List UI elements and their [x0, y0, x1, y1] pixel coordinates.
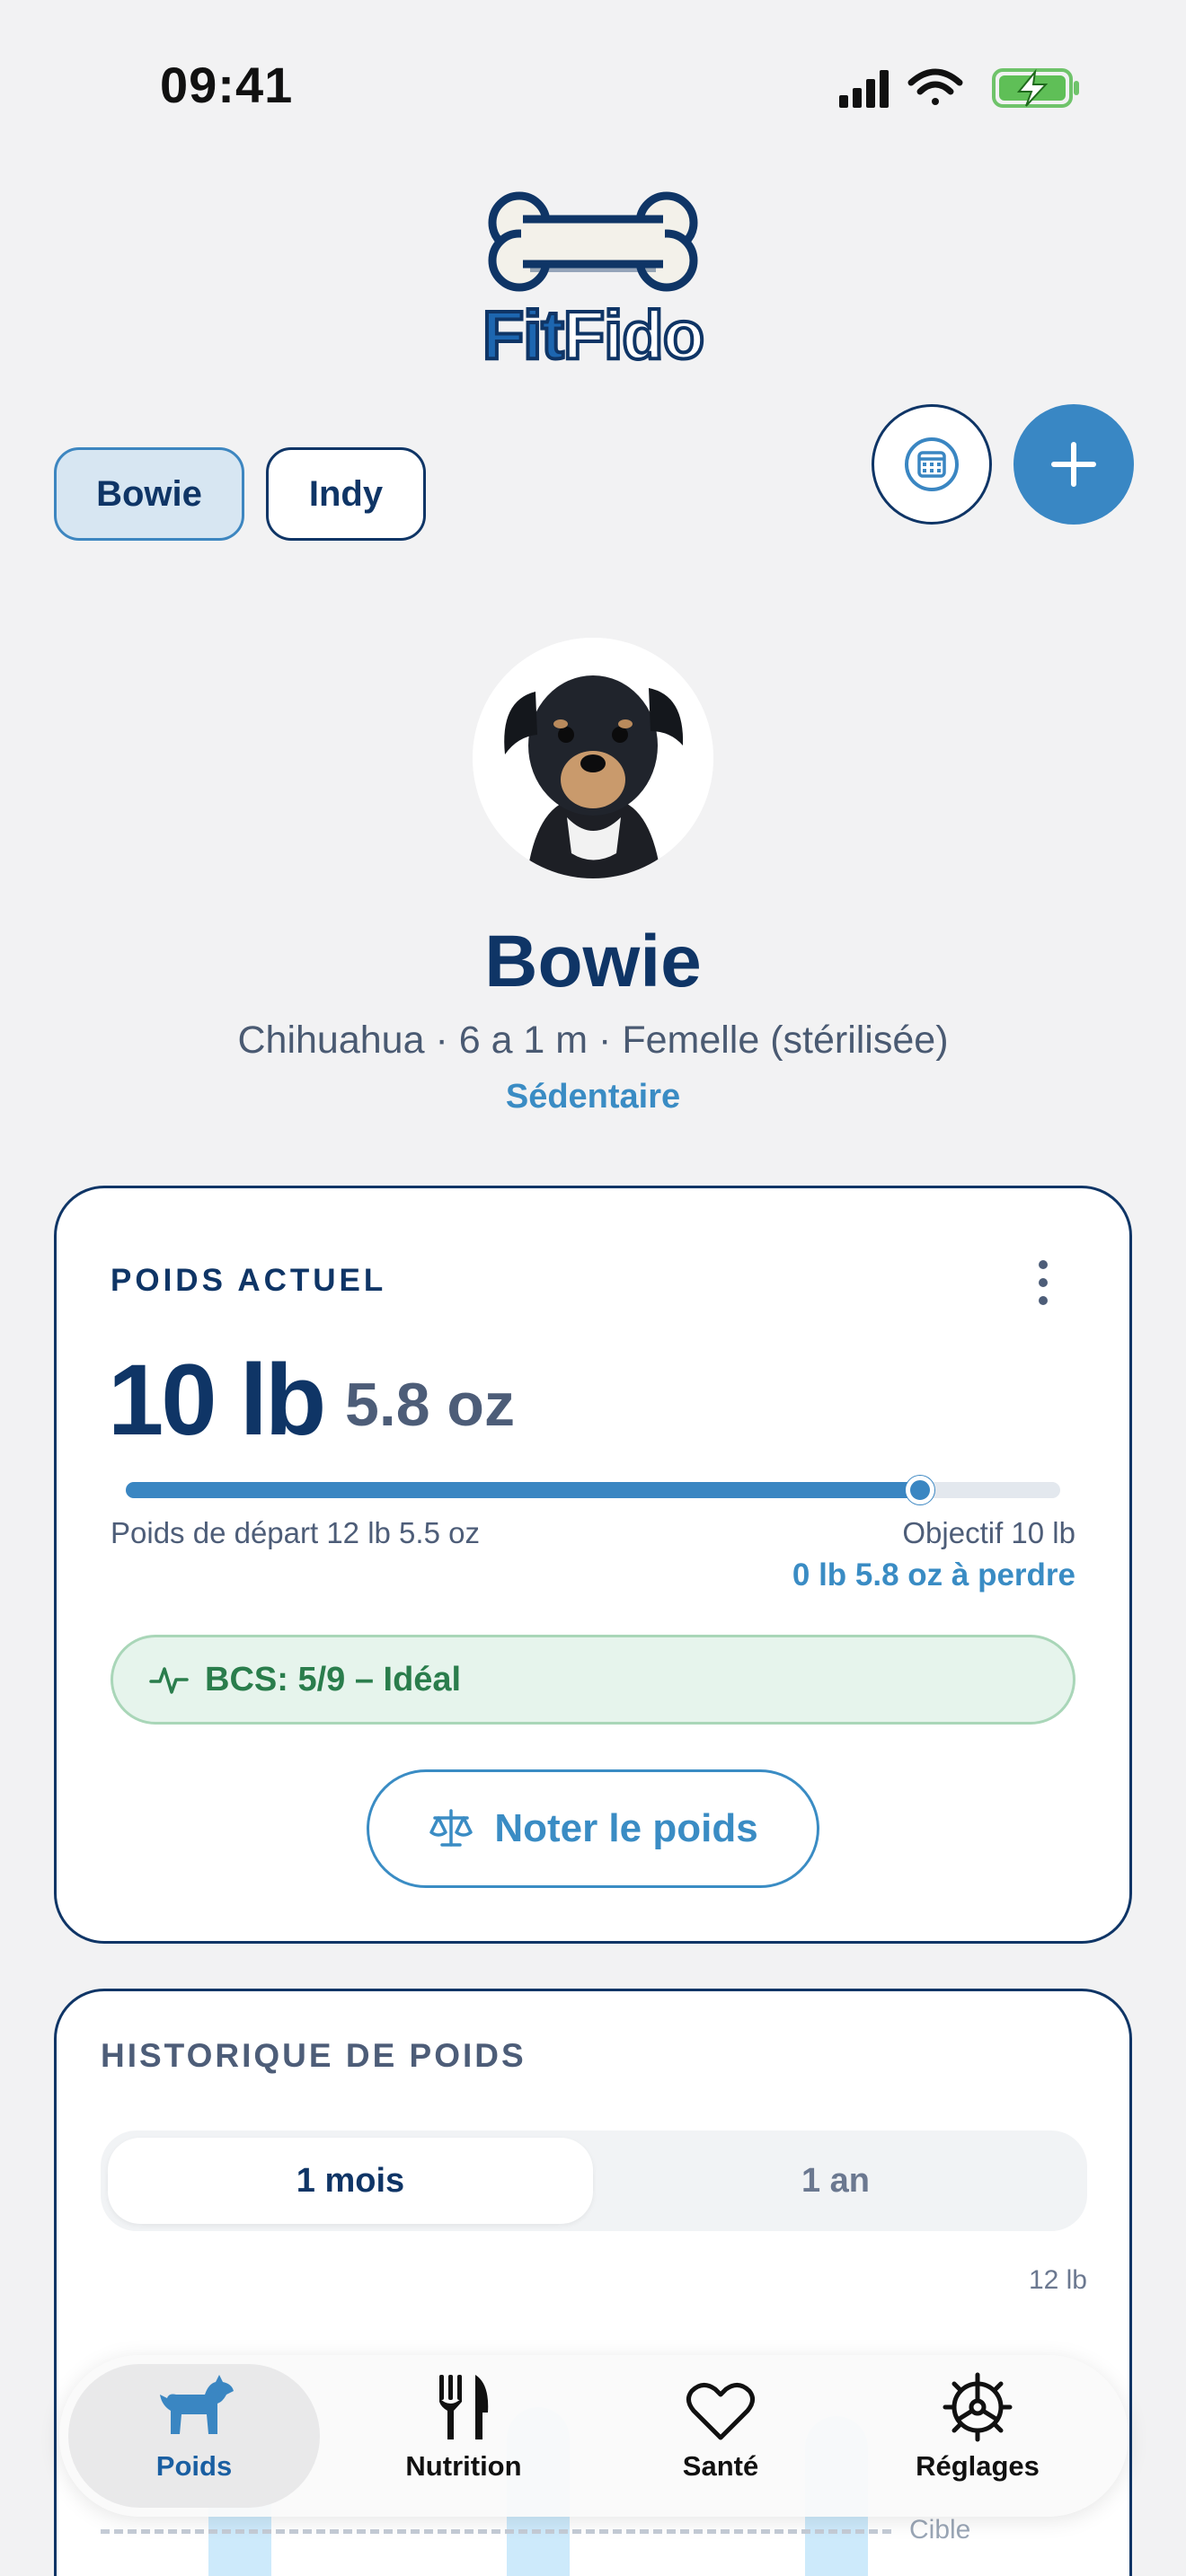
- fork-knife-icon: [439, 2375, 489, 2439]
- dog-pill-bowie[interactable]: Bowie: [54, 447, 244, 541]
- status-icons: [839, 68, 1079, 108]
- dog-pill-indy[interactable]: Indy: [266, 447, 426, 541]
- weight-history-title: HISTORIQUE DE POIDS: [101, 2037, 527, 2074]
- scale-icon: [429, 1809, 474, 1847]
- tab-settings[interactable]: Réglages: [852, 2364, 1103, 2508]
- signal-icon: [839, 70, 889, 108]
- target-line: [101, 2529, 891, 2534]
- add-button[interactable]: [1013, 404, 1134, 525]
- weight-ounces: 5.8 oz: [345, 1371, 515, 1439]
- dog-icon: [160, 2375, 234, 2434]
- log-weight-label: Noter le poids: [494, 1806, 758, 1850]
- tab-weight[interactable]: Poids: [68, 2364, 320, 2508]
- tab-health-label: Santé: [682, 2450, 759, 2482]
- tab-nutrition-label: Nutrition: [405, 2450, 522, 2482]
- tab-nutrition[interactable]: Nutrition: [338, 2364, 589, 2508]
- calendar-icon: [905, 437, 959, 491]
- weight-to-lose: 0 lb 5.8 oz à perdre: [792, 1557, 1075, 1592]
- logo-fit: Fit: [481, 296, 566, 375]
- tab-settings-label: Réglages: [916, 2450, 1040, 2482]
- current-weight-title: POIDS ACTUEL: [111, 1263, 387, 1298]
- tab-weight-label: Poids: [155, 2450, 233, 2482]
- log-weight-button[interactable]: Noter le poids: [367, 1769, 819, 1888]
- status-time: 09:41: [160, 57, 294, 113]
- pulse-icon: [149, 1667, 189, 1694]
- heart-icon: [686, 2383, 755, 2440]
- weight-progress-marker: [906, 1476, 934, 1504]
- gear-icon: [943, 2372, 1013, 2442]
- target-label: Cible: [909, 2515, 971, 2545]
- dog-photo: [473, 638, 713, 878]
- activity-level[interactable]: Sédentaire: [0, 1078, 1186, 1116]
- dog-name: Bowie: [484, 921, 702, 1002]
- start-weight: Poids de départ 12 lb 5.5 oz: [111, 1516, 480, 1549]
- calendar-button[interactable]: [872, 404, 992, 525]
- weight-pounds: 10 lb: [108, 1344, 326, 1456]
- dog-details: Chihuahua · 6 a 1 m · Femelle (stérilisé…: [237, 1019, 949, 1062]
- period-tab-year[interactable]: 1 an: [593, 2138, 1078, 2224]
- tab-health[interactable]: Santé: [595, 2364, 846, 2508]
- chart-y-max-label: 12 lb: [1028, 2265, 1087, 2295]
- period-tab-month[interactable]: 1 mois: [108, 2138, 593, 2224]
- bcs-label: BCS: 5/9 – Idéal: [205, 1660, 462, 1698]
- bcs-badge: BCS: 5/9 – Idéal: [111, 1635, 1075, 1725]
- more-options-icon[interactable]: [1024, 1257, 1062, 1308]
- app-logo-text: FitFido: [467, 296, 719, 375]
- battery-icon: [992, 68, 1079, 108]
- dog-avatar: [473, 638, 713, 878]
- wifi-icon: [907, 68, 963, 105]
- weight-progress-fill: [126, 1482, 920, 1498]
- plus-icon: [1051, 442, 1096, 487]
- goal-weight: Objectif 10 lb: [902, 1516, 1075, 1549]
- logo-fido: Fido: [562, 296, 706, 375]
